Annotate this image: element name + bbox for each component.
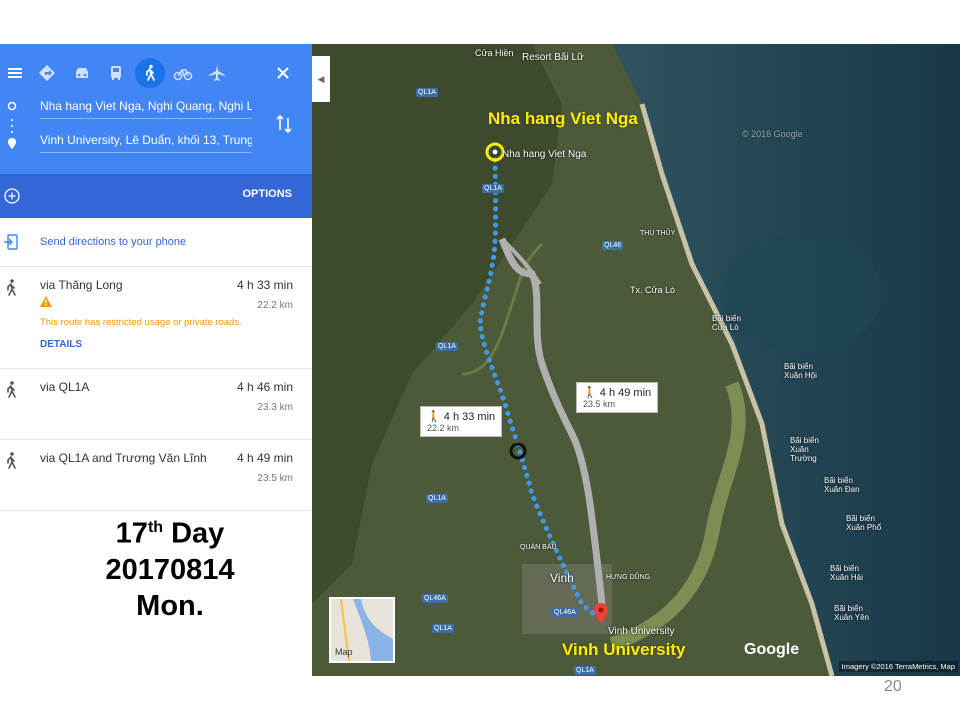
place-label: THU THỦY (640, 230, 676, 237)
details-link[interactable]: DETAILS (40, 339, 82, 350)
route-via: via QL1A and Trương Văn Lĩnh (40, 451, 207, 465)
send-directions-link[interactable]: Send directions to your phone (40, 236, 186, 248)
directions-icon[interactable] (32, 58, 62, 88)
route-time: 4 h 46 min (236, 380, 293, 394)
place-label: Bãi biển Xuân Phổ (846, 514, 882, 532)
route-via: via QL1A (40, 380, 90, 394)
travel-mode-row (0, 58, 312, 88)
options-row: OPTIONS (0, 174, 312, 218)
destination-small-label: Vinh University (608, 626, 675, 637)
walk-icon (7, 279, 16, 296)
place-label: QUÁN BÀU (520, 544, 557, 551)
road-badge: QL46A (552, 608, 578, 617)
route-via: via Thăng Long (40, 278, 123, 292)
swap-icon[interactable] (274, 112, 294, 136)
route-distance: 23.5 km (257, 473, 293, 484)
route-time: 4 h 33 min (236, 278, 293, 292)
callout-distance: 22.2 km (427, 423, 460, 433)
waypoint-circle-icon (509, 442, 527, 460)
place-label: Tx. Cửa Lò (630, 285, 676, 295)
place-label: Bãi biển Xuân Yên (834, 604, 869, 622)
place-label: Vinh (550, 571, 574, 585)
place-label: Bãi biển Xuân Hải (830, 564, 863, 582)
place-label: Bãi biển Xuân Đan (824, 476, 860, 494)
day-number: 17 (115, 517, 148, 550)
day-caption: 17th Day 20170814 Mon. (60, 510, 280, 624)
road-badge: QL1A (574, 666, 596, 675)
imagery-attribution[interactable]: Imagery ©2016 TerraMetrics, Map (838, 661, 958, 672)
transit-icon[interactable] (101, 58, 131, 88)
walk-icon[interactable] (135, 58, 165, 88)
day-suffix: th (147, 519, 164, 536)
day-weekday: Mon. (136, 589, 204, 622)
place-label: Bãi biển Xuân Trường (790, 436, 819, 463)
callout-distance: 23.5 km (583, 399, 616, 409)
callout-time: 4 h 49 min (599, 387, 652, 399)
route-option-3[interactable]: via QL1A and Trương Văn Lĩnh 4 h 49 min … (0, 439, 312, 511)
route-callout-1[interactable]: 🚶 4 h 33 min 22.2 km (420, 406, 503, 437)
day-date: 20170814 (105, 553, 235, 586)
warning-icon (40, 296, 52, 307)
route-callout-2[interactable]: 🚶 4 h 49 min 23.5 km (576, 382, 659, 413)
origin-small-label: Nha hang Viet Nga (502, 149, 587, 160)
destination-input[interactable]: Vinh University, Lê Duẩn, khối 13, Trung (40, 128, 252, 153)
road-badge: QL1A (436, 342, 458, 351)
bike-icon[interactable] (168, 58, 198, 88)
day-word: Day (163, 517, 225, 550)
flight-icon[interactable] (202, 58, 232, 88)
route-time: 4 h 49 min (236, 451, 293, 465)
route-option-1[interactable]: via Thăng Long 4 h 33 min 22.2 km This r… (0, 266, 312, 369)
walk-icon (7, 381, 16, 398)
options-button[interactable]: OPTIONS (242, 188, 292, 200)
satellite-map[interactable]: ◀ Nha hang Viet Nga Nha hang Viet Nga Vi… (312, 44, 960, 676)
directions-header: Nha hang Viet Nga, Nghi Quang, Nghi Lộ V… (0, 44, 312, 218)
collapse-panel-button[interactable]: ◀ (312, 56, 330, 102)
place-label: Bãi biển Cửa Lò (712, 314, 741, 332)
close-icon[interactable] (268, 58, 298, 88)
destination-big-label: Vinh University (562, 640, 686, 659)
page-number: 20 (884, 678, 902, 695)
route-distance: 23.3 km (257, 402, 293, 413)
map-type-toggle[interactable]: Map (329, 597, 395, 663)
send-directions-row[interactable]: Send directions to your phone (0, 218, 312, 267)
road-badge: QL46A (422, 594, 448, 603)
route-warning: This route has restricted usage or priva… (40, 317, 242, 328)
origin-input[interactable]: Nha hang Viet Nga, Nghi Quang, Nghi Lộ (40, 94, 252, 119)
callout-walk-icon: 🚶 (427, 411, 444, 423)
route-distance: 22.2 km (257, 300, 293, 311)
origin-big-label: Nha hang Viet Nga (488, 109, 638, 128)
route-dots-icon (7, 101, 17, 149)
place-label: Cửa Hiền (475, 48, 514, 58)
road-badge: QL1A (426, 494, 448, 503)
callout-time: 4 h 33 min (443, 411, 496, 423)
destination-pin-icon[interactable] (594, 603, 608, 623)
road-badge: QL46 (602, 241, 624, 250)
road-badge: QL1A (482, 184, 504, 193)
google-logo: Google (744, 641, 800, 658)
menu-icon[interactable] (0, 58, 30, 88)
callout-walk-icon: 🚶 (583, 387, 600, 399)
car-icon[interactable] (67, 58, 97, 88)
road-badge: QL1A (432, 624, 454, 633)
map-watermark: © 2016 Google (742, 129, 803, 139)
phone-send-icon (4, 234, 18, 250)
place-label: HƯNG DŨNG (606, 574, 651, 581)
add-icon[interactable] (4, 188, 20, 204)
route-option-2[interactable]: via QL1A 4 h 46 min 23.3 km (0, 368, 312, 440)
place-label: Bãi biển Xuân Hội (784, 362, 817, 380)
road-badge: QL1A (416, 88, 438, 97)
walk-icon (7, 452, 16, 469)
map-thumb-label: Map (335, 647, 353, 657)
place-label: Resort Bãi Lữ (522, 52, 584, 63)
